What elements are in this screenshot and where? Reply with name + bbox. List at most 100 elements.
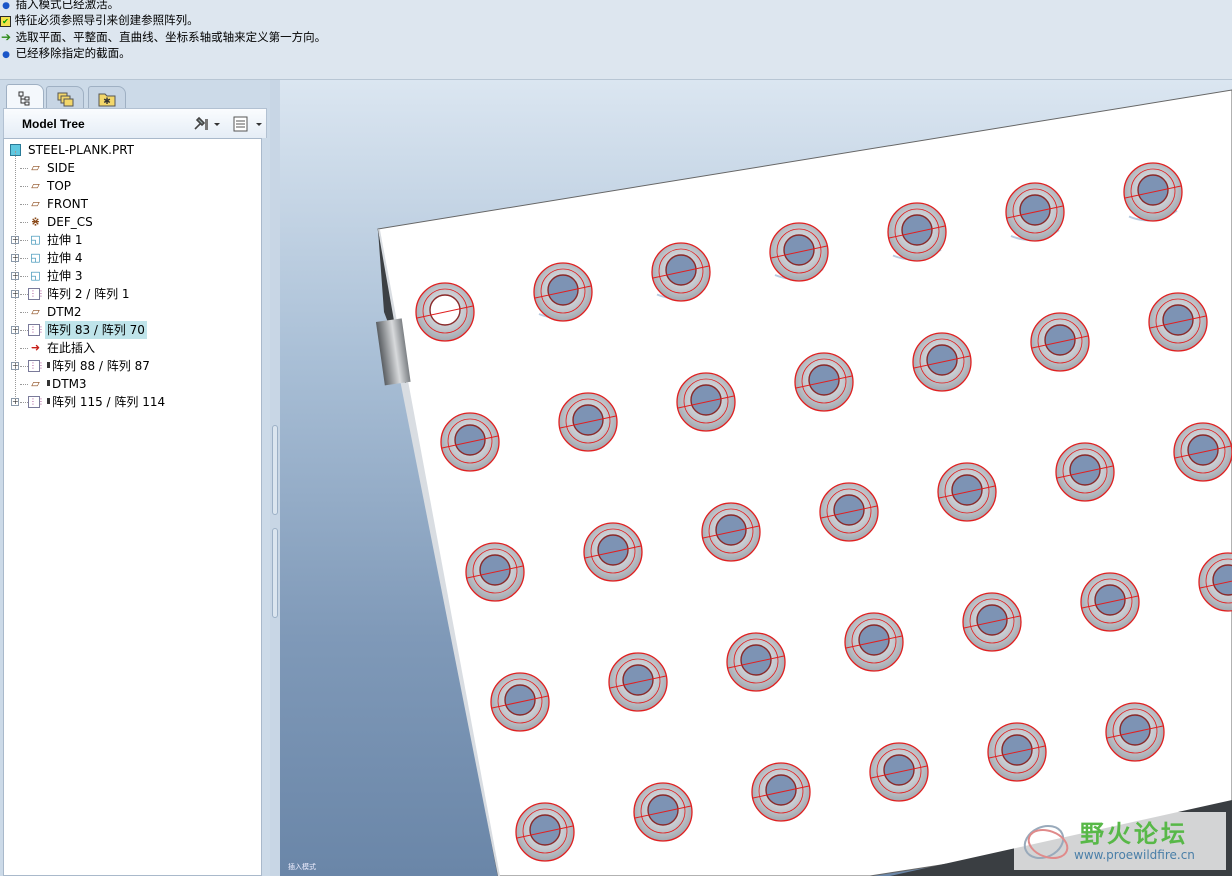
hole-washer <box>1080 572 1140 632</box>
hole-washer <box>558 392 618 452</box>
hole-washer <box>869 742 929 802</box>
message-line: ● 插入模式已经激活。 <box>0 0 119 12</box>
watermark-url: www.proewildfire.cn <box>1074 848 1195 862</box>
tree-item[interactable]: + ⋮⋮ 阵列 2 / 阵列 1 <box>4 285 259 303</box>
tree-item[interactable]: ➜ 在此插入 <box>4 339 259 357</box>
tree-item[interactable]: + ◱ 拉伸 4 <box>4 249 259 267</box>
hole-washer <box>912 332 972 392</box>
message-text: 特征必须参照导引来创建参照阵列。 <box>14 13 199 27</box>
hole-washer <box>1055 442 1115 502</box>
coordinate-system-icon: ⋇ <box>30 215 41 228</box>
datum-plane-icon: ▱ <box>31 305 40 318</box>
tree-item[interactable]: + ◱ 拉伸 1 <box>4 231 259 249</box>
tree-item-label: 拉伸 1 <box>47 233 83 247</box>
tree-connector <box>20 330 28 331</box>
pattern-feature-icon: ⋮⋮ <box>28 288 45 300</box>
tree-item-label: SIDE <box>47 161 75 175</box>
tree-item[interactable]: ▱ DTM3 <box>4 375 259 393</box>
message-text: 选取平面、平整面、直曲线、坐标系轴或轴来定义第一方向。 <box>15 30 327 44</box>
hole-washer <box>676 372 736 432</box>
warning-icon: ✔ <box>0 16 11 27</box>
tree-connector <box>20 384 28 385</box>
hole-washer <box>608 652 668 712</box>
tree-item-text: 拉伸 4 <box>45 249 84 267</box>
hole-washer <box>1105 702 1165 762</box>
hole-washer <box>583 522 643 582</box>
tree-item[interactable]: ▱ FRONT <box>4 195 259 213</box>
tree-item-text: 拉伸 3 <box>45 267 84 285</box>
tree-connector <box>20 168 28 169</box>
hole-washer <box>987 722 1047 782</box>
insert-here-arrow-icon: ➜ <box>30 341 41 354</box>
splitter-grip[interactable] <box>272 425 278 515</box>
model-tree-tab-icon[interactable] <box>6 84 44 110</box>
hole-washer <box>887 202 947 262</box>
extrude-feature-icon: ◱ <box>30 251 41 264</box>
hole-washer <box>794 352 854 412</box>
tree-item-label: DTM2 <box>47 305 82 319</box>
pattern-feature-icon: ⋮⋮ <box>28 360 45 372</box>
hole-washer <box>490 672 550 732</box>
green-arrow-icon: ➔ <box>0 30 12 44</box>
hole-washer <box>726 632 786 692</box>
hole-washer <box>962 592 1022 652</box>
hole-washer <box>440 412 500 472</box>
tree-item[interactable]: ⋇ DEF_CS <box>4 213 259 231</box>
tree-item-label: 在此插入 <box>47 341 96 355</box>
hole-washer <box>633 782 693 842</box>
info-bullet-icon: ● <box>2 50 10 60</box>
tree-root-label: STEEL-PLANK.PRT <box>28 143 135 157</box>
tree-item[interactable]: + ◱ 拉伸 3 <box>4 267 259 285</box>
pattern-feature-icon: ⋮⋮ <box>28 324 45 336</box>
tree-item[interactable]: + ⋮⋮ 阵列 115 / 阵列 114 <box>4 393 259 411</box>
tree-item-text: TOP <box>45 177 73 195</box>
hole-washer <box>701 502 761 562</box>
tree-item-label: 阵列 88 / 阵列 87 <box>52 359 150 373</box>
tree-item[interactable]: + ⋮⋮ 阵列 88 / 阵列 87 <box>4 357 259 375</box>
hole-washer <box>819 482 879 542</box>
tree-item-label: 阵列 2 / 阵列 1 <box>47 287 130 301</box>
tree-item-label: 拉伸 4 <box>47 251 83 265</box>
message-area: ● 插入模式已经激活。 ✔ 特征必须参照导引来创建参照阵列。 ➔ 选取平面、平整… <box>0 0 1232 80</box>
tree-columns-icon[interactable] <box>232 115 266 133</box>
tree-item-label: DEF_CS <box>47 215 93 229</box>
tree-connector <box>20 402 28 403</box>
hole-washer <box>533 262 593 322</box>
tree-item[interactable]: ▱ SIDE <box>4 159 259 177</box>
layers-tab-icon[interactable] <box>46 86 84 110</box>
message-line: ✔ 特征必须参照导引来创建参照阵列。 <box>0 12 199 28</box>
model-tree-title: Model Tree <box>22 117 85 131</box>
model-view[interactable] <box>280 80 1232 876</box>
tree-item[interactable]: ▱ DTM2 <box>4 303 259 321</box>
datum-plane-icon: ▱ <box>31 197 40 210</box>
tree-item-label: 阵列 83 / 阵列 70 <box>47 323 145 337</box>
part-icon <box>10 144 25 158</box>
splitter-grip[interactable] <box>272 528 278 618</box>
tree-item-text: 拉伸 1 <box>45 231 84 249</box>
tree-connector <box>20 204 28 205</box>
tree-item-label: TOP <box>47 179 72 193</box>
tree-settings-icon[interactable] <box>192 115 222 133</box>
panel-splitter[interactable] <box>270 80 280 876</box>
hole-washer <box>937 462 997 522</box>
tree-item-text: 阵列 83 / 阵列 70 <box>45 321 147 339</box>
hole-washer <box>769 222 829 282</box>
tree-item-text: FRONT <box>45 195 90 213</box>
graphics-window[interactable]: 插入模式 <box>280 80 1232 876</box>
hole-washer <box>751 762 811 822</box>
tree-item-text: DEF_CS <box>45 213 95 231</box>
tree-connector <box>20 348 28 349</box>
hole-washer <box>1173 422 1232 482</box>
model-tree: STEEL-PLANK.PRT ▱ SIDE ▱ TOP ▱ FRONT ⋇ DEF_CS + ◱… <box>3 138 262 876</box>
navigator-tabs: ✱ <box>0 83 270 110</box>
favorites-tab-icon[interactable]: ✱ <box>88 86 126 110</box>
hole-washer <box>1005 182 1065 242</box>
tree-connector <box>20 186 28 187</box>
tree-item-label: DTM3 <box>52 377 87 391</box>
tree-connector <box>20 366 28 367</box>
tree-item-text: 阵列 115 / 阵列 114 <box>45 393 167 411</box>
viewport-status: 插入模式 <box>288 863 316 871</box>
tree-item[interactable]: + ⋮⋮ 阵列 83 / 阵列 70 <box>4 321 259 339</box>
message-text: 已经移除指定的截面。 <box>15 46 131 60</box>
tree-item[interactable]: ▱ TOP <box>4 177 259 195</box>
